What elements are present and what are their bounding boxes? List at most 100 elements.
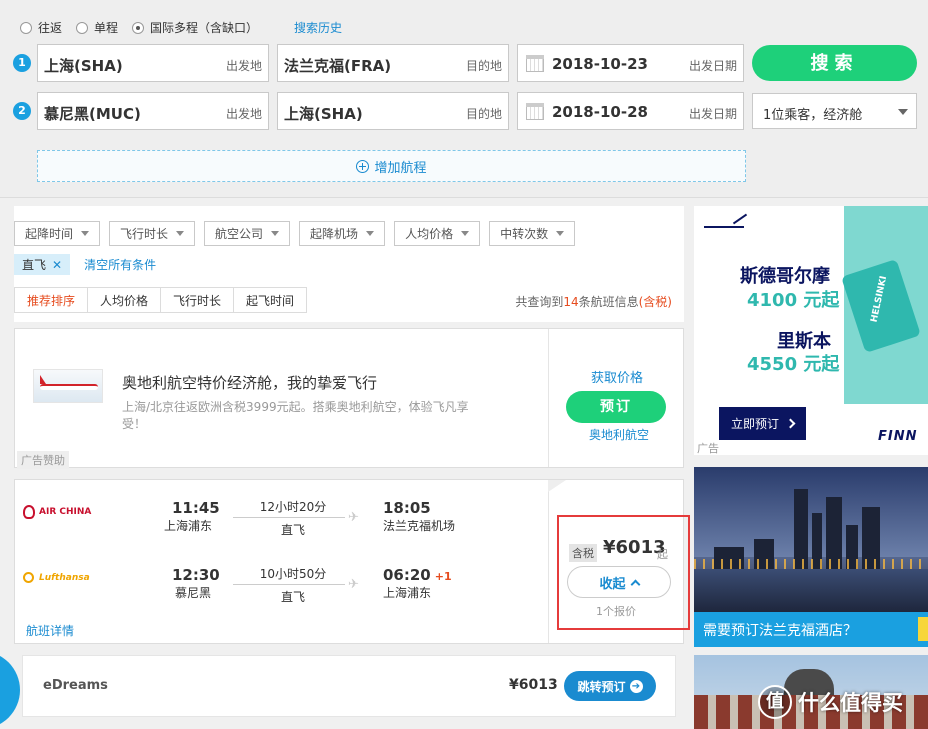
radio-roundtrip[interactable]	[20, 21, 32, 34]
departure-airport: 上海浦东	[164, 519, 213, 533]
plane-tail	[40, 375, 46, 384]
sort-tab-departure[interactable]: 起飞时间	[233, 287, 308, 313]
plus-circle-icon	[356, 159, 370, 173]
tax-included-tag: 含税	[569, 544, 597, 562]
date-field[interactable]: 2018-10-23 出发日期	[517, 44, 744, 82]
filter-price[interactable]: 人均价格	[394, 221, 481, 246]
filter-label: 人均价格	[405, 227, 454, 241]
origin-tag: 出发地	[225, 59, 262, 73]
origin-field[interactable]: 慕尼黑(MUC) 出发地	[37, 92, 269, 130]
hotel-ad-text: 需要预订法兰克福酒店？	[703, 622, 857, 639]
get-price-link[interactable]: 获取价格	[591, 367, 643, 386]
arrival-time: 06:20 +1	[383, 566, 452, 584]
search-history-link[interactable]: 搜索历史	[294, 19, 342, 36]
price-stockholm: 4100 元起	[747, 290, 840, 311]
frankfurt-hotel-ad[interactable]: 需要预订法兰克福酒店？	[694, 467, 928, 647]
filter-airport[interactable]: 起降机场	[299, 221, 386, 246]
hotel-ad-caption[interactable]: 需要预订法兰克福酒店？	[694, 612, 928, 647]
skyscraper-image	[794, 489, 808, 569]
arrow-right-icon: ➔	[629, 679, 643, 693]
crane-icon	[23, 572, 34, 583]
destination-stockholm: 斯德哥尔摩	[740, 266, 830, 287]
radio-multicity[interactable]	[132, 21, 145, 34]
flight-details-link[interactable]: 航班详情	[26, 622, 74, 639]
sort-tab-price[interactable]: 人均价格	[87, 287, 162, 313]
passenger-cabin-select[interactable]: 1位乘客，经济舱	[752, 93, 917, 129]
flight-leg-2: Lufthansa 12:30 慕尼黑 10小时50分 ✈ 直飞 06:20 +1…	[15, 562, 548, 617]
filter-bar: 起降时间 飞行时长 航空公司 起降机场 人均价格 中转次数	[14, 221, 584, 246]
sort-bar: 推荐排序 人均价格 飞行时长 起飞时间 共查询到14条航班信息(含税)	[14, 286, 684, 314]
departure-time: 12:30	[172, 566, 220, 584]
flight-leg-1: AIR CHINA 11:45 上海浦东 12小时20分 ✈ 直飞 18:05 …	[15, 495, 548, 550]
flight-duration: 10小时50分	[259, 567, 327, 581]
destination-field[interactable]: 法兰克福(FRA) 目的地	[277, 44, 509, 82]
filter-chip-direct: 直飞 ✕	[14, 254, 71, 275]
collapse-label: 收起	[599, 576, 626, 592]
divider	[548, 329, 549, 467]
clear-all-filters-link[interactable]: 清空所有条件	[84, 256, 156, 273]
sort-tab-recommended[interactable]: 推荐排序	[14, 287, 89, 313]
destination-tag: 目的地	[465, 107, 502, 121]
ad-airline-link[interactable]: 奥地利航空	[589, 426, 649, 443]
summary-prefix: 共查询到	[515, 295, 564, 309]
luggage-tag-text: HELSINKI	[869, 275, 890, 324]
filter-stops[interactable]: 中转次数	[489, 221, 576, 246]
origin-field[interactable]: 上海(SHA) 出发地	[37, 44, 269, 82]
finnair-ad-banner[interactable]: HELSINKI 斯德哥尔摩 4100 元起 里斯本 4550 元起 立即预订 …	[694, 206, 928, 455]
filter-label: 起降时间	[25, 227, 74, 241]
arrival-airport: 法兰克福机场	[383, 519, 456, 533]
calendar-icon	[526, 103, 544, 120]
radio-oneway[interactable]	[76, 21, 89, 34]
date-tag: 出发日期	[688, 107, 737, 121]
summary-suffix: 条航班信息	[578, 295, 639, 309]
destination-field[interactable]: 上海(SHA) 目的地	[277, 92, 509, 130]
summary-tax: (含税)	[638, 295, 672, 309]
trip-type-label: 往返	[38, 21, 63, 35]
flight-type: 直飞	[280, 523, 305, 537]
departure-airport: 慕尼黑	[175, 586, 212, 600]
filter-time[interactable]: 起降时间	[14, 221, 101, 246]
arrival-time: 18:05	[383, 499, 431, 517]
ad-book-button[interactable]: 预订	[566, 391, 666, 423]
sort-tab-duration[interactable]: 飞行时长	[160, 287, 235, 313]
date-value: 2018-10-23	[552, 55, 648, 73]
trip-type-group: 往返 单程 国际多程（含缺口） 搜索历史	[20, 19, 342, 36]
watermark-text: 什么值得买	[798, 691, 903, 715]
phoenix-icon	[23, 505, 35, 519]
filter-label: 中转次数	[500, 227, 549, 241]
close-icon[interactable]: ✕	[52, 258, 62, 272]
price-highlight-box: 含税 ¥6013 起 收起 1个报价	[557, 515, 690, 630]
plus-day-badge: +1	[434, 570, 452, 583]
city-photo-ad[interactable]: 值 什么值得买	[694, 655, 928, 729]
search-button[interactable]: 搜索	[752, 45, 917, 81]
trip-type-multicity[interactable]: 国际多程（含缺口）	[132, 19, 258, 36]
date-field[interactable]: 2018-10-28 出发日期	[517, 92, 744, 130]
trip-type-oneway[interactable]: 单程	[76, 19, 118, 36]
active-filters: 直飞 ✕ 清空所有条件	[14, 254, 156, 275]
airline-logo-text: AIR CHINA	[39, 507, 92, 517]
filter-airline[interactable]: 航空公司	[204, 221, 291, 246]
yellow-tab	[918, 617, 928, 641]
leg-row-1: 1 上海(SHA) 出发地 法兰克福(FRA) 目的地 2018-10-23 出…	[13, 44, 917, 82]
date-value: 2018-10-28	[552, 103, 648, 121]
add-leg-button[interactable]: 增加航程	[37, 150, 746, 182]
vendor-quote-row: eDreams ¥6013 跳转预订 ➔	[22, 655, 676, 717]
finnair-book-label: 立即预订	[730, 417, 779, 431]
add-leg-label: 增加航程	[374, 160, 427, 176]
route-line	[233, 584, 345, 585]
ad-description: 上海/北京往返欧洲含税3999元起。搭乘奥地利航空，体验飞凡享受！	[122, 400, 469, 431]
finnair-book-button[interactable]: 立即预订	[719, 407, 806, 440]
ad-title: 奥地利航空特价经济舱，我的挚爱飞行	[122, 374, 378, 392]
jump-to-booking-button[interactable]: 跳转预订 ➔	[564, 671, 656, 701]
lufthansa-logo: Lufthansa	[23, 572, 90, 583]
trip-type-label: 国际多程（含缺口）	[150, 21, 259, 35]
collapse-button[interactable]: 收起	[567, 566, 671, 598]
caret-down-icon	[271, 231, 280, 236]
origin-value: 上海(SHA)	[44, 57, 123, 75]
caret-down-icon	[81, 231, 90, 236]
watermark-badge: 值	[758, 685, 792, 719]
trip-type-roundtrip[interactable]: 往返	[20, 19, 62, 36]
destination-tag: 目的地	[465, 59, 502, 73]
jump-label: 跳转预订	[577, 679, 626, 694]
filter-duration[interactable]: 飞行时长	[109, 221, 196, 246]
